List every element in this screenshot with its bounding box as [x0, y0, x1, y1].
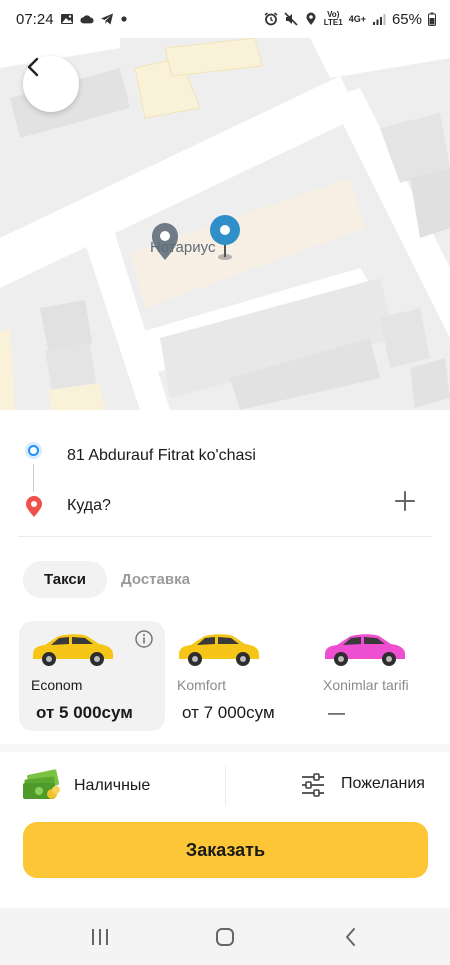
car-icon — [179, 634, 259, 666]
dot-icon — [120, 16, 127, 22]
destination-pin-icon — [26, 496, 42, 517]
recent-apps-icon — [92, 929, 108, 945]
tariff-price: — — [328, 703, 345, 722]
battery-icon — [428, 12, 436, 26]
recent-apps-button[interactable] — [85, 922, 115, 952]
order-button[interactable]: Заказать — [23, 822, 428, 878]
signal-icon — [372, 14, 386, 25]
divider — [18, 536, 432, 537]
home-icon — [216, 928, 234, 946]
add-stop-button[interactable] — [392, 488, 418, 514]
preferences-button[interactable]: Пожелания — [226, 760, 450, 810]
section-separator — [0, 744, 450, 752]
payment-method-label: Наличные — [74, 777, 151, 794]
back-button[interactable] — [23, 56, 79, 112]
signal-type: 4G+ — [348, 14, 366, 24]
system-nav-bar — [0, 908, 450, 965]
location-icon — [306, 12, 316, 25]
tab-taxi[interactable]: Такси — [23, 561, 107, 598]
tariff-price: от 5 000сум — [36, 703, 133, 722]
tariff-name: Econom — [31, 677, 83, 693]
sliders-icon — [302, 773, 324, 797]
status-bar: 07:24 Vo) LTE1 4G+ 65% — [0, 0, 450, 38]
options-row: Наличные Пожелания — [0, 760, 450, 810]
info-icon[interactable] — [134, 629, 154, 649]
car-icon — [33, 634, 113, 666]
tariff-name: Komfort — [177, 677, 227, 693]
status-time: 07:24 — [16, 10, 54, 28]
tariff-name: Xonimlar tarifi — [323, 677, 409, 693]
tariff-card-komfort[interactable]: Komfort от 7 000сум — [165, 621, 311, 731]
telegram-icon — [100, 13, 113, 25]
car-icon — [325, 634, 405, 666]
tariff-price: от 7 000сум — [182, 703, 275, 722]
back-arrow-icon — [346, 928, 355, 946]
destination-input[interactable]: Куда? — [67, 497, 111, 515]
cloud-icon — [79, 15, 94, 24]
tab-delivery[interactable]: Доставка — [121, 571, 190, 588]
route-connector — [33, 464, 34, 492]
network-indicator: Vo) LTE1 — [323, 10, 343, 27]
payment-method-button[interactable]: Наличные — [0, 760, 224, 810]
map-view[interactable]: Нотариус — [0, 38, 450, 410]
back-nav-button[interactable] — [336, 922, 366, 952]
tariff-card-econom[interactable]: Econom от 5 000сум — [19, 621, 165, 731]
chevron-left-icon — [27, 57, 39, 77]
cash-icon — [23, 769, 60, 799]
tariff-card-xonimlar[interactable]: Xonimlar tarifi — — [311, 621, 450, 731]
image-icon — [60, 14, 73, 24]
alarm-icon — [264, 12, 278, 26]
mute-icon — [284, 12, 298, 26]
origin-address[interactable]: 81 Abdurauf Fitrat ko'chasi — [67, 447, 256, 465]
home-button[interactable] — [210, 922, 240, 952]
map-poi-label[interactable]: Нотариус — [150, 239, 215, 256]
preferences-label: Пожелания — [341, 775, 425, 792]
battery-percent: 65% — [391, 10, 422, 28]
